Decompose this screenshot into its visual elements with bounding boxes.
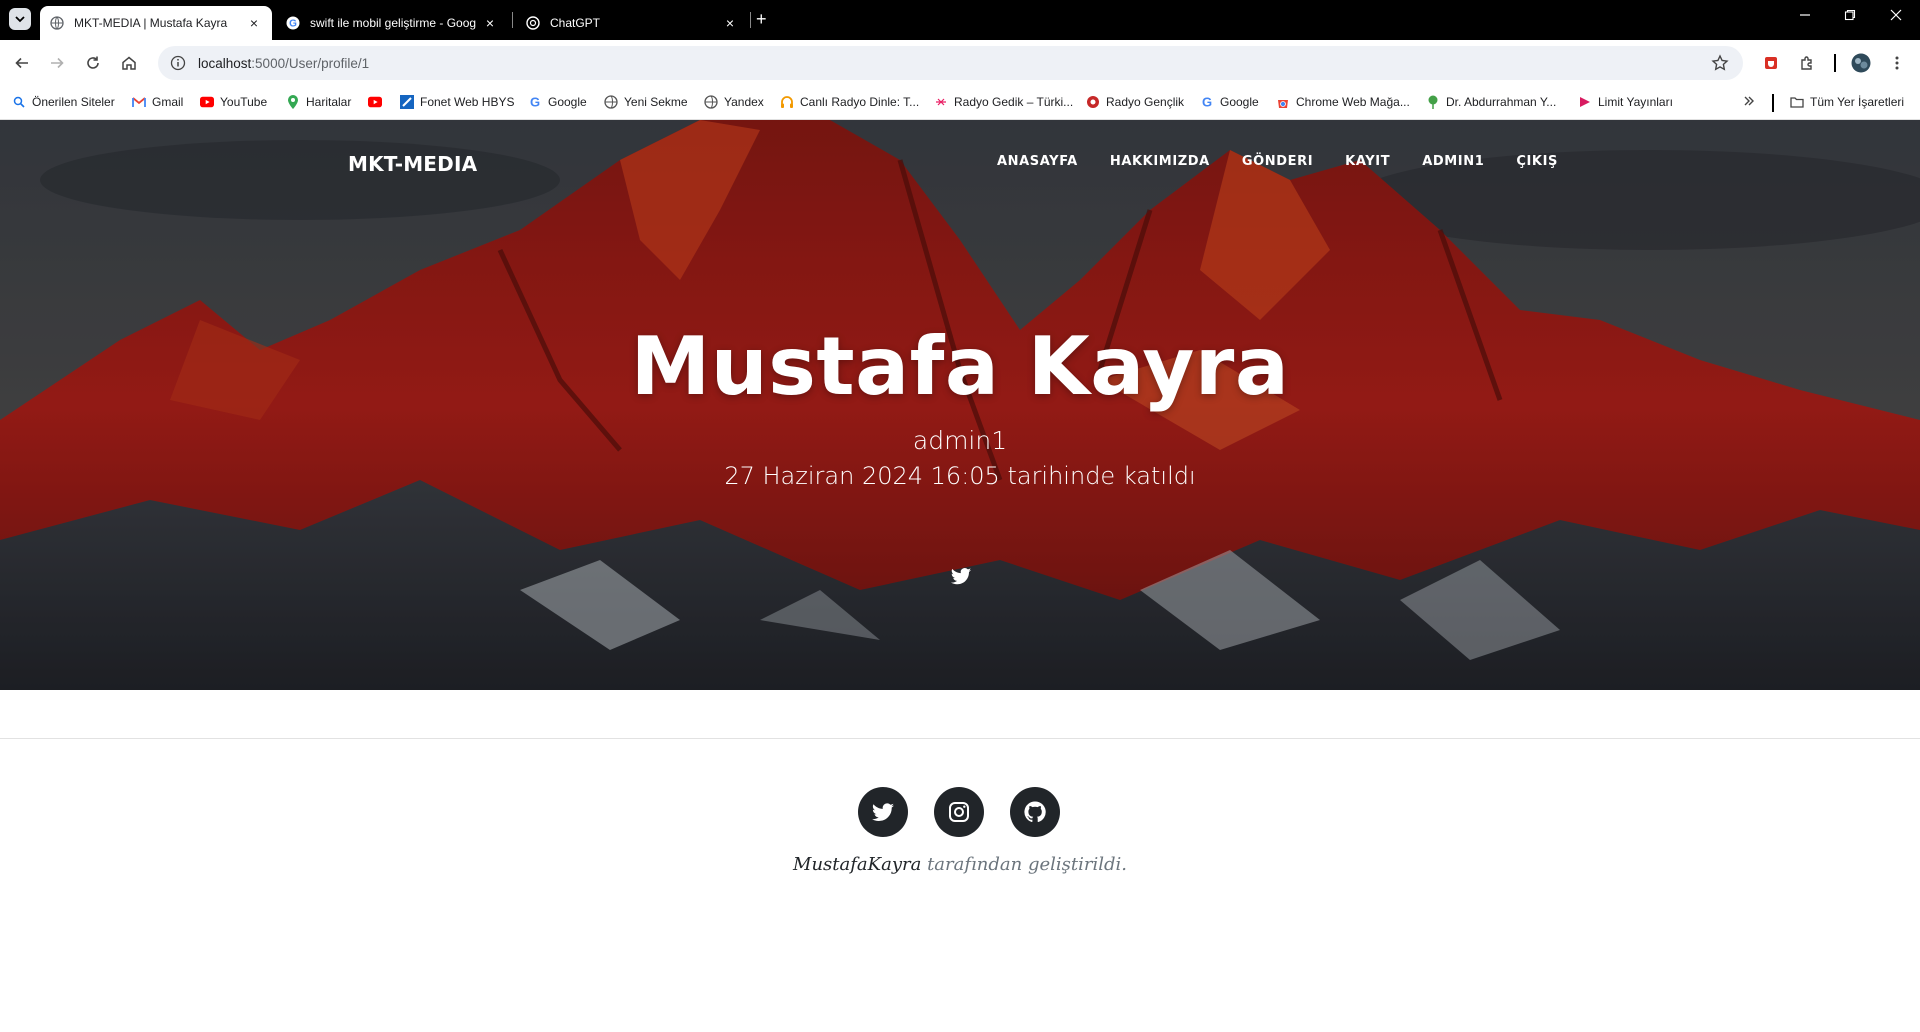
address-bar[interactable]: localhost:5000/User/profile/1: [158, 46, 1743, 80]
site-info-icon[interactable]: [170, 55, 186, 71]
chatgpt-icon: [526, 16, 540, 30]
back-icon[interactable]: [11, 52, 33, 74]
tab-chatgpt[interactable]: ChatGPT ×: [516, 6, 748, 40]
tab-title: ChatGPT: [550, 16, 601, 30]
svg-text:G: G: [289, 19, 297, 30]
forward-icon[interactable]: [46, 52, 68, 74]
close-icon[interactable]: ×: [246, 15, 262, 31]
tab-separator: [512, 12, 513, 28]
extensions-puzzle-icon[interactable]: [1796, 52, 1818, 74]
new-tab-button[interactable]: +: [756, 9, 767, 30]
site-brand-link[interactable]: MKT-MEDIA: [348, 152, 477, 176]
radio-icon: [934, 95, 948, 109]
bookmark-yeni-sekme[interactable]: Yeni Sekme: [604, 95, 688, 109]
globe-icon: [704, 95, 718, 109]
tab-title: swift ile mobil geliştirme - Goog: [310, 16, 477, 30]
bookmarks-bar: Önerilen Siteler Gmail YouTube Haritalar…: [0, 86, 1920, 120]
nav-gonderi[interactable]: GÖNDERI: [1242, 154, 1313, 169]
window-close-icon[interactable]: [1886, 8, 1906, 24]
bookmark-dr-abdurrahman[interactable]: Dr. Abdurrahman Y...: [1426, 95, 1556, 109]
browser-tab-bar: MKT-MEDIA | Mustafa Kayra × G swift ile …: [0, 0, 1920, 40]
tab-search-button[interactable]: [9, 8, 31, 30]
all-bookmarks-folder[interactable]: Tüm Yer İşaretleri: [1790, 95, 1904, 109]
limit-icon: [1578, 95, 1592, 109]
close-icon[interactable]: ×: [722, 15, 738, 31]
nav-admin1[interactable]: ADMIN1: [1422, 154, 1484, 169]
minimize-icon[interactable]: [1795, 8, 1815, 24]
twitter-icon[interactable]: [950, 565, 972, 587]
profile-username: admin1: [912, 426, 1008, 455]
url-text: localhost:5000/User/profile/1: [198, 55, 370, 71]
home-icon[interactable]: [118, 52, 140, 74]
bookmark-google[interactable]: G Google: [528, 95, 587, 109]
google-icon: G: [1200, 95, 1214, 109]
nav-cikis[interactable]: ÇIKIŞ: [1516, 154, 1558, 169]
tab-separator: [750, 12, 751, 28]
content-divider: [0, 738, 1920, 739]
globe-icon: [50, 16, 64, 30]
radio-icon: [1086, 95, 1100, 109]
footer-instagram-link[interactable]: [934, 787, 984, 837]
footer-github-link[interactable]: [1010, 787, 1060, 837]
bookmark-google-2[interactable]: G Google: [1200, 95, 1259, 109]
bookmark-limit-yayinlari[interactable]: Limit Yayınları: [1578, 95, 1673, 109]
profile-joined-date: 27 Haziran 2024 16:05 tarihinde katıldı: [724, 462, 1196, 490]
bookmark-radyo-genclik[interactable]: Radyo Gençlik: [1086, 95, 1184, 109]
bookmark-star-icon[interactable]: [1711, 54, 1729, 77]
bookmark-youtube[interactable]: YouTube: [200, 95, 267, 109]
close-icon[interactable]: ×: [482, 15, 498, 31]
bookmark-onerilen-siteler[interactable]: Önerilen Siteler: [12, 95, 115, 109]
youtube-icon: [368, 95, 382, 109]
footer-twitter-link[interactable]: [858, 787, 908, 837]
bookmark-youtube-2[interactable]: [368, 95, 388, 109]
folder-icon: [1790, 95, 1804, 109]
chevron-down-icon: [15, 16, 25, 23]
tree-icon: [1426, 95, 1440, 109]
search-icon: [12, 95, 26, 109]
globe-icon: [604, 95, 618, 109]
nav-hakkimizda[interactable]: HAKKIMIZDA: [1110, 154, 1210, 169]
restore-icon[interactable]: [1840, 8, 1860, 24]
profile-hero: MKT-MEDIA ANASAYFA HAKKIMIZDA GÖNDERI KA…: [0, 120, 1920, 690]
footer-social-links: [858, 787, 1060, 837]
bookmarks-separator: [1772, 94, 1774, 112]
footer-author: MustafaKayra: [793, 854, 922, 875]
bookmark-gmail[interactable]: Gmail: [132, 95, 183, 109]
google-icon: G: [528, 95, 542, 109]
tab-google-search[interactable]: G swift ile mobil geliştirme - Goog ×: [276, 6, 508, 40]
tab-mkt-media[interactable]: MKT-MEDIA | Mustafa Kayra ×: [40, 6, 272, 40]
instagram-icon: [949, 802, 969, 822]
google-icon: G: [286, 16, 300, 30]
bookmark-chrome-web-store[interactable]: Chrome Web Mağa...: [1276, 95, 1410, 109]
footer-credit-suffix: tarafından geliştirildi.: [927, 854, 1127, 875]
bookmark-radyo-gedik[interactable]: Radyo Gedik – Türki...: [934, 95, 1073, 109]
toolbar-separator: [1834, 54, 1836, 72]
main-nav: ANASAYFA HAKKIMIZDA GÖNDERI KAYIT ADMIN1…: [965, 154, 1558, 169]
profile-name: Mustafa Kayra: [630, 320, 1290, 413]
nav-anasayfa[interactable]: ANASAYFA: [997, 154, 1078, 169]
bookmark-yandex[interactable]: Yandex: [704, 95, 764, 109]
nav-kayit[interactable]: KAYIT: [1345, 154, 1390, 169]
bookmark-haritalar[interactable]: Haritalar: [286, 95, 351, 109]
youtube-icon: [200, 95, 214, 109]
svg-text:G: G: [1202, 95, 1212, 109]
headphones-icon: [780, 95, 794, 109]
footer-credit: MustafaKayra tarafından geliştirildi.: [0, 854, 1920, 875]
extension-shield-icon[interactable]: [1760, 52, 1782, 74]
reload-icon[interactable]: [82, 52, 104, 74]
bookmarks-overflow-icon[interactable]: [1743, 95, 1755, 107]
maps-icon: [286, 95, 300, 109]
fonet-icon: [400, 95, 414, 109]
bookmark-fonet[interactable]: Fonet Web HBYS: [400, 95, 515, 109]
browser-toolbar: localhost:5000/User/profile/1: [0, 40, 1920, 86]
svg-text:G: G: [530, 95, 540, 109]
profile-avatar[interactable]: [1850, 52, 1872, 74]
tab-title: MKT-MEDIA | Mustafa Kayra: [74, 16, 228, 30]
github-icon: [1024, 801, 1046, 823]
twitter-icon: [872, 803, 894, 822]
bookmark-canli-radyo[interactable]: Canlı Radyo Dinle: T...: [780, 95, 919, 109]
gmail-icon: [132, 95, 146, 109]
webstore-icon: [1276, 95, 1290, 109]
more-menu-icon[interactable]: [1886, 52, 1908, 74]
